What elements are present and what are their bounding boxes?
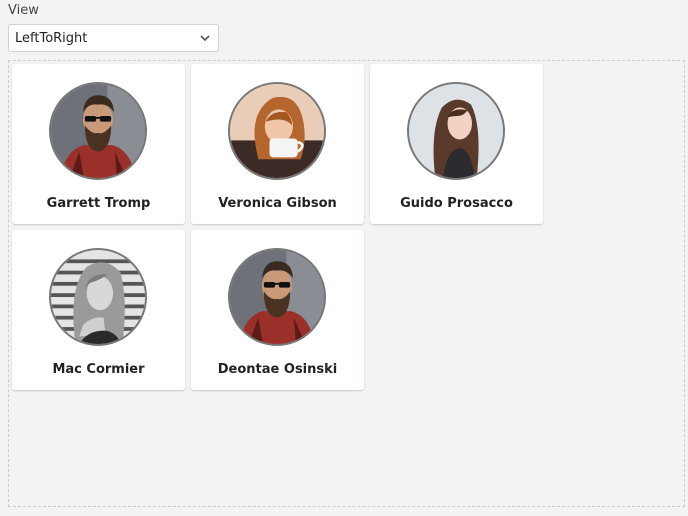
person-name: Deontae Osinski — [217, 362, 338, 377]
avatar — [407, 82, 505, 180]
person-name: Mac Cormier — [52, 362, 145, 377]
person-card[interactable]: Guido Prosacco — [370, 64, 543, 224]
bearded-man-portrait-icon — [230, 250, 324, 344]
person-card[interactable]: Garrett Tromp — [12, 64, 185, 224]
view-select-value: LeftToRight — [15, 30, 88, 46]
woman-bw-portrait-icon — [51, 250, 145, 344]
chevron-down-icon — [200, 35, 210, 42]
person-card[interactable]: Deontae Osinski — [191, 230, 364, 390]
cards-panel: Garrett Tromp Veronica Gibson Guido Pros… — [8, 60, 685, 507]
person-name: Veronica Gibson — [218, 196, 337, 211]
bearded-man-portrait-icon — [51, 84, 145, 178]
woman-long-hair-portrait-icon — [409, 84, 503, 178]
woman-with-cup-portrait-icon — [230, 84, 324, 178]
view-select[interactable]: LeftToRight — [8, 24, 219, 52]
avatar — [49, 248, 147, 346]
person-card[interactable]: Mac Cormier — [12, 230, 185, 390]
avatar — [49, 82, 147, 180]
avatar — [228, 82, 326, 180]
view-label: View — [8, 3, 39, 18]
person-name: Garrett Tromp — [46, 196, 151, 211]
person-card[interactable]: Veronica Gibson — [191, 64, 364, 224]
avatar — [228, 248, 326, 346]
person-name: Guido Prosacco — [400, 196, 513, 211]
